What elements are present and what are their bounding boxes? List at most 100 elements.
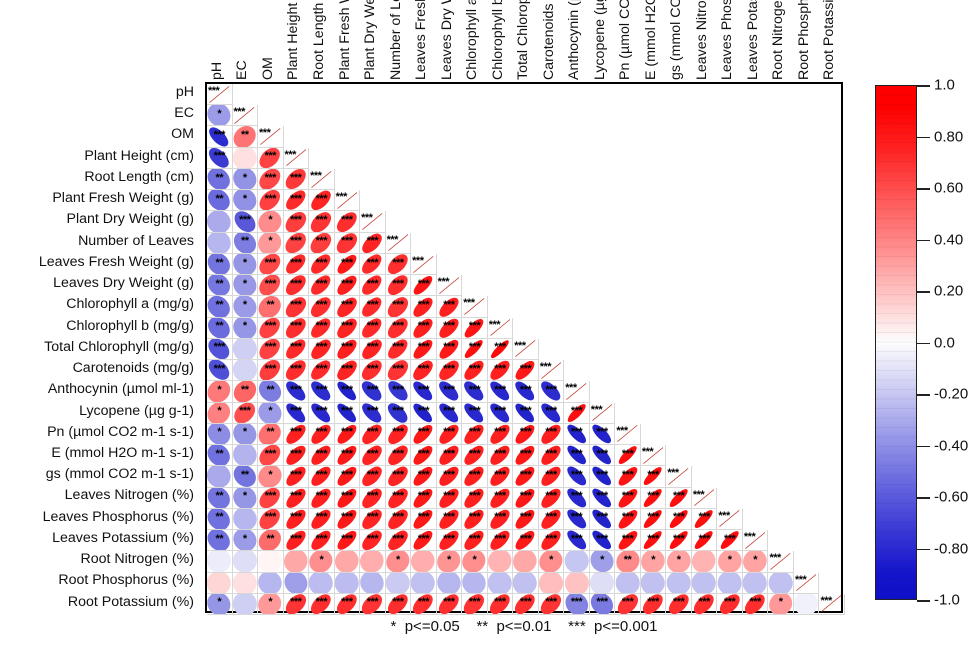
matrix-cell-empty [819, 445, 845, 466]
matrix-cell-empty [666, 445, 692, 466]
matrix-cell: *** [513, 466, 539, 488]
matrix-cell-empty [819, 84, 845, 105]
matrix-cell: *** [538, 530, 565, 552]
correlation-ellipse [283, 572, 309, 593]
matrix-cell-empty [743, 211, 769, 232]
column-label: Total Chlorophyll (mg/g) [515, 0, 532, 80]
matrix-cell: *** [462, 381, 488, 403]
matrix-cell: *** [691, 530, 718, 552]
matrix-cell-empty [743, 233, 769, 254]
matrix-cell-empty [437, 84, 463, 105]
matrix-cell: *** [666, 593, 692, 615]
correlation-ellipse [207, 211, 232, 232]
matrix-cell-empty [717, 254, 743, 275]
matrix-cell: * [385, 551, 412, 573]
matrix-cell: *** [462, 360, 488, 382]
significance-stars: *** [361, 212, 373, 225]
matrix-cell: ** [232, 381, 259, 403]
significance-stars: *** [417, 490, 430, 503]
significance-stars: *** [443, 320, 455, 333]
significance-stars: *** [213, 362, 226, 375]
matrix-cell-diagonal: *** [385, 232, 412, 254]
significance-stars: *** [341, 256, 353, 269]
matrix-cell-empty [615, 275, 641, 296]
significance-stars: *** [494, 447, 506, 460]
matrix-cell-empty [411, 211, 437, 232]
matrix-cell [717, 572, 743, 594]
significance-stars: *** [290, 362, 302, 375]
column-label: pH [208, 61, 225, 80]
matrix-cell: *** [513, 508, 539, 531]
matrix-cell: *** [640, 466, 667, 488]
matrix-cell-diagonal: *** [691, 487, 718, 509]
matrix-cell-empty [743, 488, 769, 509]
matrix-cell: *** [334, 593, 361, 615]
significance-stars: *** [519, 468, 532, 481]
matrix-cell [309, 572, 335, 594]
significance-stars: *** [392, 511, 404, 524]
column-label: Leaves Dry Weight (g) [438, 0, 455, 80]
row-label: gs (mmol CO2 m-1 s-1) [45, 466, 194, 483]
significance-stars: *** [468, 341, 481, 354]
matrix-cell: *** [513, 381, 539, 403]
matrix-cell-diagonal: *** [819, 593, 845, 615]
significance-stars: *** [392, 405, 404, 418]
matrix-cell-empty [564, 190, 590, 211]
significance-stars: * [242, 490, 247, 503]
matrix-cell-empty [743, 424, 769, 445]
matrix-cell-empty [768, 339, 794, 360]
significance-stars: *** [417, 468, 430, 481]
correlation-ellipse [513, 551, 538, 572]
matrix-cell-empty [717, 84, 743, 105]
matrix-cell-empty [462, 254, 488, 275]
significance-stars: *** [290, 447, 302, 460]
significance-stars: *** [290, 596, 302, 609]
matrix-cell-empty [615, 169, 641, 190]
matrix-cell: *** [334, 211, 361, 233]
significance-stars: *** [570, 405, 583, 418]
colorbar-tick-label: 0.60 [934, 179, 964, 197]
matrix-cell-empty [360, 169, 386, 190]
matrix-cell: * [258, 402, 284, 424]
matrix-cell: *** [283, 232, 310, 254]
significance-stars: *** [366, 596, 379, 609]
column-label: Chlorophyll b (mg/g) [489, 0, 506, 80]
matrix-cell-empty [641, 84, 667, 105]
matrix-cell: *** [309, 487, 335, 509]
matrix-cell: *** [411, 508, 437, 531]
matrix-cell: *** [360, 253, 386, 276]
matrix-cell-empty [794, 296, 820, 317]
significance-stars: *** [621, 532, 634, 545]
correlation-ellipse [360, 572, 385, 593]
matrix-cell [232, 572, 259, 594]
significance-stars: *** [341, 341, 353, 354]
significance-stars: *** [392, 468, 404, 481]
significance-stars: *** [341, 277, 353, 290]
significance-stars: *** [315, 256, 328, 269]
matrix-cell: *** [207, 126, 233, 148]
matrix-cell [538, 572, 565, 594]
correlation-ellipse [691, 572, 717, 593]
correlation-ellipse [207, 466, 232, 487]
significance-stars: ** [240, 383, 249, 396]
matrix-cell: *** [666, 508, 692, 531]
matrix-cell-empty [615, 211, 641, 232]
matrix-cell-empty [462, 105, 488, 126]
significance-stars: *** [335, 191, 348, 204]
matrix-cell-empty [615, 381, 641, 402]
matrix-cell: ** [258, 296, 284, 318]
significance-stars: ** [266, 426, 275, 439]
matrix-cell [487, 551, 514, 573]
matrix-cell-empty [641, 296, 667, 317]
significance-stars: * [242, 256, 247, 269]
matrix-cell: *** [309, 211, 335, 233]
significance-stars: *** [417, 532, 430, 545]
matrix-cell: * [232, 423, 259, 446]
matrix-cell-empty [411, 233, 437, 254]
matrix-cell [691, 572, 718, 594]
correlation-ellipse [232, 445, 258, 466]
matrix-cell-diagonal: *** [283, 147, 310, 169]
significance-stars: ** [215, 532, 224, 545]
significance-stars: *** [463, 297, 475, 310]
matrix-cell-empty [743, 360, 769, 381]
